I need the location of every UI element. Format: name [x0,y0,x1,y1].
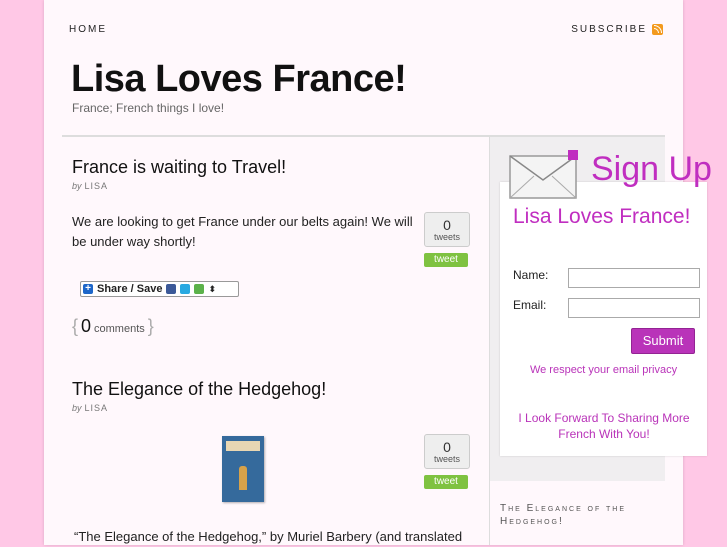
book-cover-figure [239,466,247,490]
twitter-icon [180,284,191,294]
comments-label: comments [94,323,145,335]
post-byline: by LISA [72,181,108,191]
byline-author[interactable]: LISA [85,181,109,191]
share-dropdown-icon: ⬍ [208,283,216,294]
tweet-count-box[interactable]: 0 tweets [424,212,470,247]
post-title[interactable]: The Elegance of the Hedgehog! [72,379,326,400]
tweet-widget: 0 tweets tweet [424,212,470,267]
name-label: Name: [513,268,549,282]
tweet-button[interactable]: tweet [424,253,468,267]
plus-icon: + [83,284,93,294]
site-tagline: France; French things I love! [72,101,225,115]
nav-subscribe-link[interactable]: SUBSCRIBE [571,24,663,35]
share-network-icon [194,284,205,294]
sidebar-recent-post-link[interactable]: The Elegance of the Hedgehog! [500,502,660,528]
envelope-icon [509,150,578,199]
tweet-count: 0 [443,438,451,455]
post-title[interactable]: France is waiting to Travel! [72,157,286,178]
tweet-count-box[interactable]: 0 tweets [424,434,470,469]
comments-brace-open: { [72,316,79,336]
post-byline: by LISA [72,403,108,413]
comments-count: 0 [81,316,92,336]
site-title[interactable]: Lisa Loves France! [71,58,407,101]
post-body: “The Elegance of the Hedgehog,” by Murie… [74,529,463,544]
tweet-button[interactable]: tweet [424,475,468,489]
byline-by: by [72,403,82,413]
share-save-label: Share / Save [97,283,163,295]
facebook-icon [166,284,177,294]
email-label: Email: [513,298,547,312]
signup-list-title: Lisa Loves France! [513,205,691,228]
tweet-count: 0 [443,216,451,233]
post-body: We are looking to get France under our b… [72,214,413,249]
tweet-count-label: tweets [433,231,460,242]
sidebar-divider [489,137,490,545]
share-save-button[interactable]: + Share / Save ⬍ [80,281,239,297]
comments-brace-close: } [147,316,154,336]
nav-subscribe-label: SUBSCRIBE [571,24,647,35]
nav-home-link[interactable]: HOME [69,24,107,35]
byline-author[interactable]: LISA [85,403,109,413]
submit-button[interactable]: Submit [631,328,695,354]
tweet-widget: 0 tweets tweet [424,434,470,489]
book-cover-image[interactable] [222,436,264,502]
forward-note: I Look Forward To Sharing More French Wi… [518,411,690,441]
tweet-count-label: tweets [433,453,460,464]
email-field[interactable] [568,298,700,318]
byline-by: by [72,181,82,191]
book-cover-title-band [226,441,260,451]
signup-header: Sign Up [591,150,712,188]
name-field[interactable] [568,268,700,288]
comments-link[interactable]: { 0 comments } [72,316,154,337]
rss-icon [652,24,663,35]
privacy-note[interactable]: We respect your email privacy [500,364,707,376]
